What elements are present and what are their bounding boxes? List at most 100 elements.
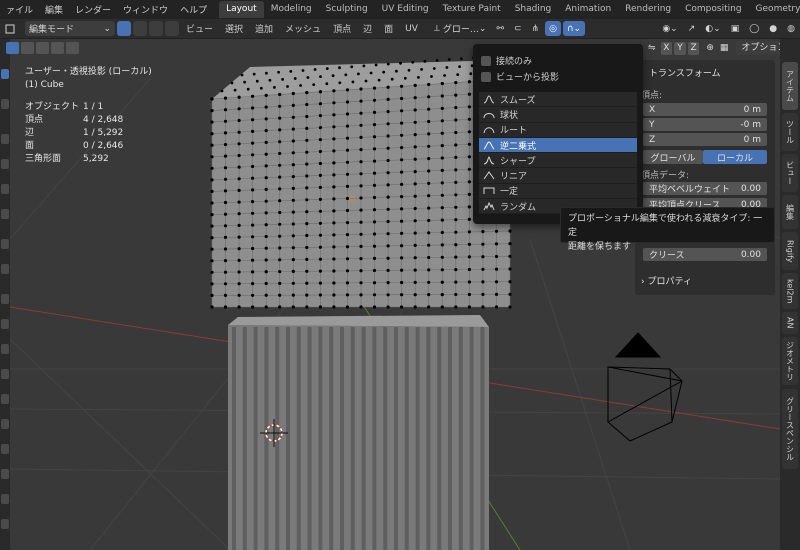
connected-only-checkbox[interactable]: 接続のみ bbox=[481, 54, 532, 67]
sidebar-tab-rigify[interactable]: Rigify bbox=[782, 232, 798, 270]
tab-uv-editing[interactable]: UV Editing bbox=[375, 1, 436, 18]
sidebar-tab-grease-pencil[interactable]: グリースペンシル bbox=[782, 389, 798, 469]
root-curve-icon bbox=[483, 127, 495, 134]
sidebar-tab-kel2m[interactable]: kel2m bbox=[782, 273, 798, 309]
scale-tool[interactable] bbox=[1, 184, 9, 194]
falloff-linear-item[interactable]: リニア bbox=[479, 168, 637, 184]
sidebar-tab-tool[interactable]: ツール bbox=[782, 113, 798, 151]
tab-compositing[interactable]: Compositing bbox=[678, 1, 748, 18]
knife-tool[interactable] bbox=[1, 394, 9, 404]
extrude-tool[interactable] bbox=[1, 294, 9, 304]
transform-orientation-select[interactable]: ⟂ グロー… ⌄ bbox=[430, 21, 491, 36]
tab-geometry-nodes[interactable]: Geometry N bbox=[749, 1, 800, 18]
mirror-y-toggle[interactable]: Y bbox=[674, 41, 686, 55]
sidebar-tab-edit[interactable]: 編集 bbox=[782, 195, 798, 229]
snap-increment-icon: ⋔ bbox=[531, 23, 540, 34]
shading-solid-button[interactable]: ● bbox=[765, 21, 781, 36]
menu-mesh[interactable]: メッシュ bbox=[279, 22, 327, 35]
sidebar-tab-geometry[interactable]: ジオメトリ bbox=[782, 337, 798, 385]
cursor-tool[interactable] bbox=[1, 99, 9, 109]
menu-add[interactable]: 追加 bbox=[249, 22, 279, 35]
gizmo-toggle-button[interactable]: ↗ bbox=[684, 21, 700, 36]
rotate-tool[interactable] bbox=[1, 159, 9, 169]
projected-from-view-checkbox[interactable]: ビューから投影 bbox=[481, 70, 559, 83]
edge-slide-tool[interactable] bbox=[1, 494, 9, 504]
tab-texture-paint[interactable]: Texture Paint bbox=[436, 1, 508, 18]
tab-animation[interactable]: Animation bbox=[558, 1, 618, 18]
visibility-button[interactable]: ◉⌄ bbox=[658, 21, 681, 36]
cube-mesh[interactable] bbox=[210, 53, 512, 309]
vertex-y-field[interactable]: Y -0 m bbox=[643, 118, 767, 131]
select-mode-invert-button[interactable] bbox=[165, 21, 179, 36]
select-mode-extend-button[interactable] bbox=[133, 21, 147, 36]
tab-layout[interactable]: Layout bbox=[219, 1, 264, 18]
menu-vertex[interactable]: 頂点 bbox=[327, 22, 357, 35]
falloff-sphere-item[interactable]: 球状 bbox=[479, 107, 637, 123]
vertex-x-field[interactable]: X0 m bbox=[643, 103, 767, 116]
select-tool[interactable] bbox=[1, 69, 9, 79]
annotate-tool[interactable] bbox=[1, 239, 9, 249]
properties-panel-title[interactable]: › プロパティ bbox=[641, 274, 692, 287]
sidebar-tab-item[interactable]: アイテム bbox=[782, 62, 798, 110]
spin-tool[interactable] bbox=[1, 444, 9, 454]
proportional-edit-toggle[interactable]: ◎ bbox=[545, 21, 561, 36]
mirror-z-toggle[interactable]: Z bbox=[687, 41, 700, 55]
snap-toggle-button[interactable]: ⊂ bbox=[510, 21, 526, 36]
magnet-icon: ⊂ bbox=[513, 23, 522, 34]
menu-view[interactable]: ビュー bbox=[180, 22, 219, 35]
falloff-inverse-square-item[interactable]: 逆二乗式 bbox=[479, 137, 637, 154]
local-toggle[interactable]: ローカル bbox=[703, 150, 767, 164]
measure-tool[interactable] bbox=[1, 264, 9, 274]
bevel-weight-field[interactable]: 平均ベベルウェイト 0.00 bbox=[643, 182, 767, 195]
mode-select[interactable]: 編集モード ⌄ bbox=[25, 21, 115, 36]
menu-edit[interactable]: 編集 bbox=[39, 3, 69, 16]
select-mode-replace-button[interactable] bbox=[117, 21, 131, 36]
menu-select[interactable]: 選択 bbox=[219, 22, 249, 35]
select-mode-subtract-button[interactable] bbox=[149, 21, 163, 36]
tab-shading[interactable]: Shading bbox=[508, 1, 559, 18]
loopcut-tool[interactable] bbox=[1, 369, 9, 379]
menu-file[interactable]: ァイル bbox=[0, 3, 39, 16]
shading-material-button[interactable]: ◍ bbox=[783, 21, 799, 36]
falloff-constant-item[interactable]: 一定 bbox=[479, 183, 637, 200]
sidebar-tab-an[interactable]: AN bbox=[782, 312, 798, 334]
tab-modeling[interactable]: Modeling bbox=[264, 1, 319, 18]
menu-help[interactable]: ヘルプ bbox=[174, 3, 213, 16]
menu-window[interactable]: ウィンドウ bbox=[117, 3, 174, 16]
edge-select-mode-button[interactable] bbox=[21, 42, 34, 54]
face-select-mode-button[interactable] bbox=[36, 42, 49, 54]
vertex-z-field[interactable]: Z0 m bbox=[643, 133, 767, 146]
menu-uv[interactable]: UV bbox=[399, 24, 424, 34]
mirror-x-toggle[interactable]: X bbox=[660, 41, 673, 55]
bevel-tool[interactable] bbox=[1, 344, 9, 354]
falloff-root-item[interactable]: ルート bbox=[479, 122, 637, 138]
camera-object[interactable] bbox=[607, 332, 683, 442]
menu-edge[interactable]: 辺 bbox=[357, 22, 378, 35]
select-box-mode-button[interactable] bbox=[51, 42, 64, 54]
tab-sculpting[interactable]: Sculpting bbox=[319, 1, 375, 18]
tab-rendering[interactable]: Rendering bbox=[618, 1, 678, 18]
vertex-select-mode-button[interactable] bbox=[6, 42, 19, 54]
transform-panel-title[interactable]: トランスフォーム bbox=[649, 66, 721, 79]
global-toggle[interactable]: グローバル bbox=[643, 150, 703, 164]
overlay-toggle-button[interactable]: ◐⌄ bbox=[701, 21, 724, 36]
falloff-smooth-item[interactable]: スムーズ bbox=[479, 92, 637, 108]
pivot-point-button[interactable]: ⚯ bbox=[492, 21, 508, 36]
shading-wireframe-button[interactable]: ◯ bbox=[745, 21, 763, 36]
select-intersect-mode-button[interactable] bbox=[66, 42, 79, 54]
transform-tool[interactable] bbox=[1, 209, 9, 219]
xray-toggle-button[interactable]: ▣ bbox=[727, 21, 744, 36]
checkbox-box bbox=[481, 71, 491, 82]
sidebar-tab-view[interactable]: ビュー bbox=[782, 154, 798, 192]
proportional-falloff-button[interactable]: ∩⌄ bbox=[562, 21, 586, 36]
shrink-tool[interactable] bbox=[1, 519, 9, 529]
falloff-sharp-item[interactable]: シャープ bbox=[479, 153, 637, 169]
move-tool[interactable] bbox=[1, 134, 9, 144]
editor-type-button[interactable] bbox=[1, 21, 23, 36]
polybuild-tool[interactable] bbox=[1, 419, 9, 429]
menu-face[interactable]: 面 bbox=[378, 22, 399, 35]
menu-render[interactable]: レンダー bbox=[69, 3, 117, 16]
snap-target-button[interactable]: ⋔ bbox=[528, 21, 544, 36]
inset-tool[interactable] bbox=[1, 319, 9, 329]
smooth-tool[interactable] bbox=[1, 469, 9, 479]
